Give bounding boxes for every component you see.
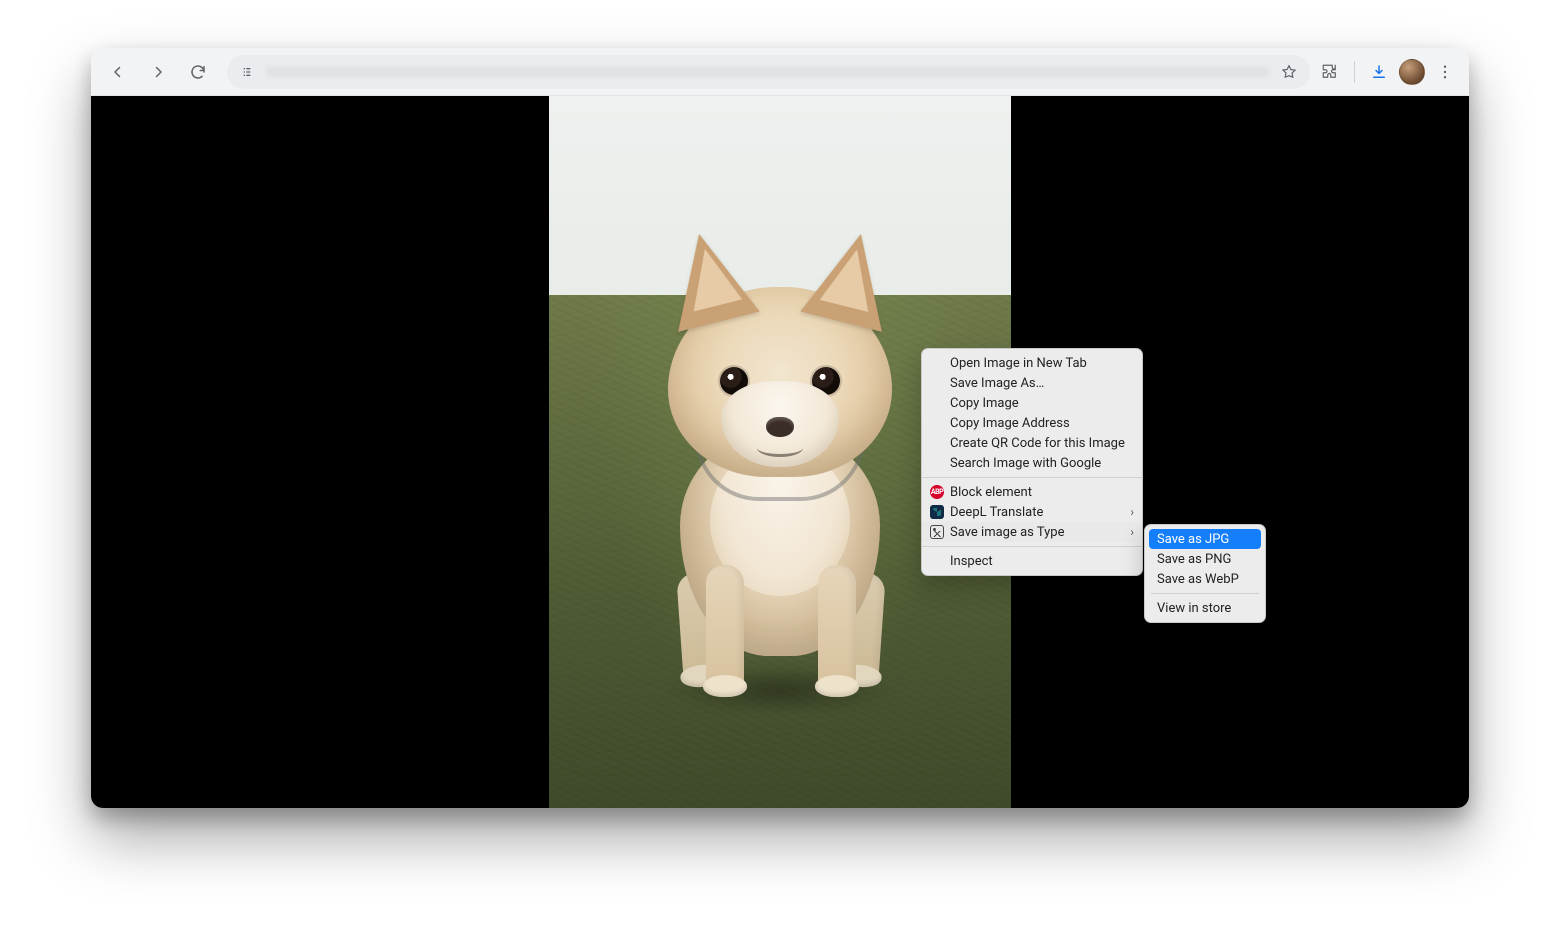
ctx-create-qr-code[interactable]: Create QR Code for this Image (922, 433, 1142, 453)
forward-button[interactable] (141, 55, 175, 89)
image-type-icon (929, 524, 945, 540)
submenu-view-in-store[interactable]: View in store (1149, 598, 1261, 618)
ctx-inspect[interactable]: Inspect (922, 551, 1142, 571)
downloads-button[interactable] (1365, 58, 1393, 86)
deepl-icon (929, 504, 945, 520)
arrow-left-icon (109, 63, 127, 81)
address-bar[interactable] (227, 55, 1310, 89)
adblock-plus-icon: ABP (929, 484, 945, 500)
site-settings-icon (239, 64, 255, 80)
ctx-search-image-google[interactable]: Search Image with Google (922, 453, 1142, 473)
browser-window: Open Image in New Tab Save Image As… Cop… (91, 48, 1469, 808)
browser-toolbar (91, 48, 1469, 96)
submenu-save-as-jpg[interactable]: Save as JPG (1149, 529, 1261, 549)
ctx-copy-image-address[interactable]: Copy Image Address (922, 413, 1142, 433)
ctx-separator-1 (922, 477, 1142, 478)
extensions-button[interactable] (1316, 58, 1344, 86)
download-icon (1370, 63, 1388, 81)
back-button[interactable] (101, 55, 135, 89)
page-viewport: Open Image in New Tab Save Image As… Cop… (91, 96, 1469, 808)
save-as-type-submenu: Save as JPG Save as PNG Save as WebP Vie… (1144, 524, 1266, 623)
ctx-block-element[interactable]: ABP Block element (922, 482, 1142, 502)
context-menu: Open Image in New Tab Save Image As… Cop… (921, 348, 1143, 576)
address-bar-container (227, 55, 1310, 89)
chevron-right-icon: › (1130, 525, 1134, 539)
submenu-save-as-webp[interactable]: Save as WebP (1149, 569, 1261, 589)
submenu-separator (1151, 593, 1259, 594)
url-text-blurred (265, 66, 1270, 78)
ctx-copy-image[interactable]: Copy Image (922, 393, 1142, 413)
arrow-right-icon (149, 63, 167, 81)
image-dog-subject (620, 281, 940, 711)
profile-avatar[interactable] (1399, 59, 1425, 85)
ctx-save-image-as[interactable]: Save Image As… (922, 373, 1142, 393)
submenu-save-as-png[interactable]: Save as PNG (1149, 549, 1261, 569)
ctx-separator-2 (922, 546, 1142, 547)
bookmark-star-icon[interactable] (1280, 63, 1298, 81)
ctx-save-image-as-type[interactable]: Save image as Type › (922, 522, 1142, 542)
puzzle-piece-icon (1321, 63, 1339, 81)
toolbar-separator (1354, 61, 1355, 83)
reload-icon (189, 63, 207, 81)
ctx-deepl-translate[interactable]: DeepL Translate › (922, 502, 1142, 522)
kebab-menu-icon (1436, 63, 1454, 81)
ctx-open-image-new-tab[interactable]: Open Image in New Tab (922, 353, 1142, 373)
chrome-menu-button[interactable] (1431, 58, 1459, 86)
reload-button[interactable] (181, 55, 215, 89)
chevron-right-icon: › (1130, 505, 1134, 519)
